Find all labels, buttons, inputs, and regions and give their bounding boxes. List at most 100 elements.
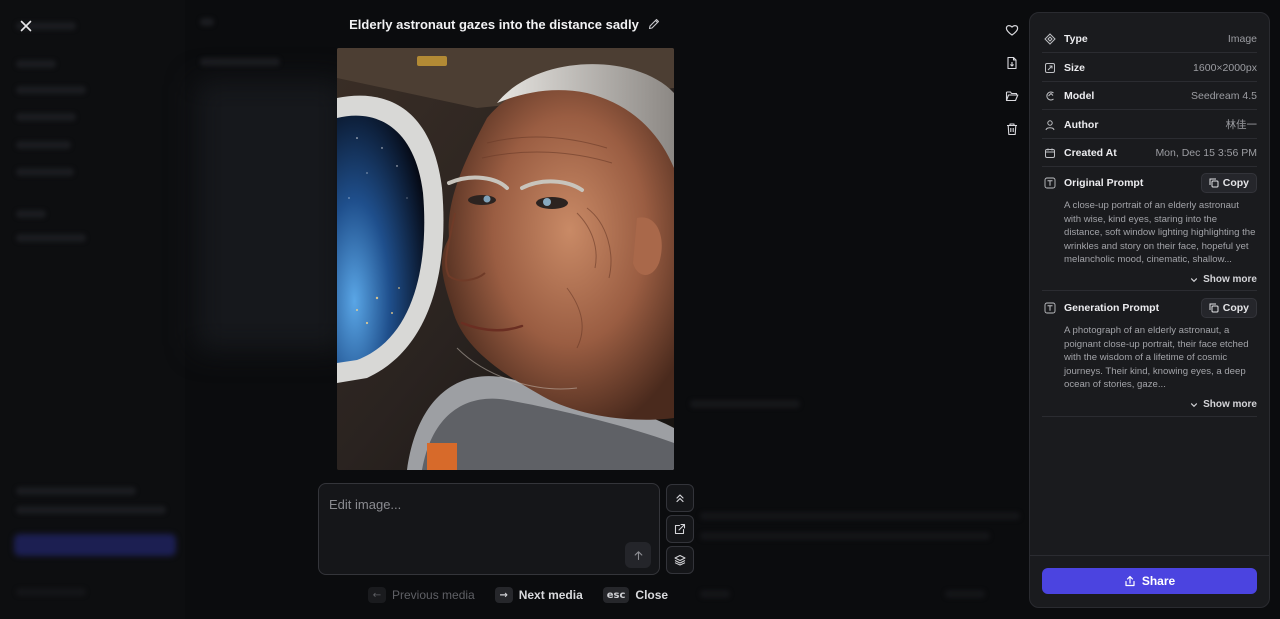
type-label: Type — [1064, 32, 1088, 45]
backdrop-line — [700, 590, 730, 598]
arrow-up-icon — [634, 550, 642, 560]
edit-image-box — [318, 483, 660, 575]
astronaut-portrait — [337, 48, 674, 470]
model-icon — [1042, 88, 1058, 104]
backdrop-line — [200, 18, 214, 26]
original-prompt-section: Original Prompt Copy A close-up portrait… — [1042, 171, 1257, 291]
edit-external-icon — [674, 523, 686, 535]
delete-button[interactable] — [1000, 117, 1024, 141]
created-value: Mon, Dec 15 3:56 PM — [1155, 146, 1257, 159]
previous-media-label: Previous media — [392, 588, 475, 602]
copy-label: Copy — [1222, 177, 1249, 189]
layers-icon — [674, 555, 686, 566]
share-button[interactable]: Share — [1042, 568, 1257, 594]
copy-icon — [1209, 178, 1219, 188]
previous-media-button[interactable]: ← Previous media — [368, 587, 475, 603]
backdrop-line — [16, 210, 46, 218]
open-editor-button[interactable] — [666, 515, 694, 543]
meta-type: Type Image — [1042, 25, 1257, 53]
copy-icon — [1209, 303, 1219, 313]
author-value: 林佳一 — [1225, 119, 1258, 131]
backdrop-line — [16, 234, 86, 242]
original-prompt-header: Original Prompt Copy — [1042, 171, 1257, 195]
backdrop-line — [200, 58, 280, 66]
type-icon — [1042, 31, 1058, 47]
copy-generation-prompt-button[interactable]: Copy — [1200, 298, 1257, 318]
move-to-folder-button[interactable] — [1000, 84, 1024, 108]
user-icon — [1042, 117, 1058, 133]
edit-title-button[interactable] — [647, 17, 661, 31]
backdrop-line — [16, 506, 166, 514]
calendar-icon — [1042, 145, 1058, 161]
generation-show-more-button[interactable]: Show more — [1042, 397, 1257, 413]
generation-prompt-section: Generation Prompt Copy A photograph of a… — [1042, 296, 1257, 417]
submit-edit-button[interactable] — [625, 542, 651, 568]
heart-icon — [1005, 25, 1019, 36]
resize-icon — [1042, 60, 1058, 76]
close-hint-button[interactable]: esc Close — [602, 587, 669, 603]
chevron-down-icon — [1191, 403, 1198, 408]
original-show-more-button[interactable]: Show more — [1042, 272, 1257, 288]
copy-original-prompt-button[interactable]: Copy — [1200, 173, 1257, 193]
favorite-button[interactable] — [1000, 18, 1024, 42]
backdrop-line — [16, 588, 86, 596]
chevrons-up-icon — [676, 494, 684, 503]
created-label: Created At — [1064, 146, 1117, 159]
text-icon — [1042, 300, 1058, 316]
share-label: Share — [1141, 574, 1176, 588]
close-button[interactable] — [16, 16, 36, 36]
generation-prompt-text: A photograph of an elderly astronaut, a … — [1064, 325, 1249, 391]
media-actions — [1000, 18, 1024, 150]
backdrop-line — [16, 487, 136, 495]
close-icon — [20, 20, 32, 32]
share-icon — [1125, 575, 1135, 587]
backdrop-line — [16, 168, 74, 176]
show-more-label: Show more — [1203, 399, 1257, 411]
show-more-label: Show more — [1203, 274, 1257, 286]
backdrop-line — [16, 86, 86, 94]
backdrop-line — [690, 400, 800, 408]
backdrop-line — [16, 141, 71, 149]
copy-label: Copy — [1222, 302, 1249, 314]
details-panel: Type Image Size 1600×2000px Model Seedre… — [1029, 12, 1270, 608]
backdrop-line — [945, 590, 985, 598]
original-prompt-text: A close-up portrait of an elderly astron… — [1064, 200, 1256, 266]
type-value: Image — [1227, 32, 1257, 45]
size-value: 1600×2000px — [1193, 61, 1257, 74]
model-label: Model — [1064, 89, 1095, 102]
original-prompt-label: Original Prompt — [1064, 177, 1144, 189]
left-arrow-key: ← — [368, 587, 386, 603]
backdrop-button — [14, 534, 176, 556]
backdrop-line — [700, 532, 990, 540]
panel-footer: Share — [1030, 555, 1269, 607]
size-label: Size — [1064, 61, 1086, 74]
title-bar: Elderly astronaut gazes into the distanc… — [340, 14, 670, 34]
author-label: Author — [1064, 118, 1099, 131]
meta-author: Author 林佳一 — [1042, 111, 1257, 139]
keyboard-hints: ← Previous media → Next media esc Close — [368, 586, 668, 604]
layers-button[interactable] — [666, 546, 694, 574]
generation-prompt-label: Generation Prompt — [1064, 302, 1160, 314]
model-value: Seedream 4.5 — [1191, 89, 1257, 102]
media-title: Elderly astronaut gazes into the distanc… — [349, 16, 639, 32]
backdrop-line — [16, 113, 76, 121]
meta-created-at: Created At Mon, Dec 15 3:56 PM — [1042, 139, 1257, 167]
esc-key: esc — [602, 587, 630, 603]
meta-size: Size 1600×2000px — [1042, 54, 1257, 82]
meta-model: Model Seedream 4.5 — [1042, 82, 1257, 110]
right-arrow-key: → — [494, 587, 513, 603]
upscale-button[interactable] — [666, 484, 694, 512]
file-download-icon — [1007, 56, 1017, 70]
next-media-button[interactable]: → Next media — [494, 587, 583, 603]
text-icon — [1042, 175, 1058, 191]
download-button[interactable] — [1000, 51, 1024, 75]
close-label: Close — [635, 588, 669, 602]
media-image — [337, 48, 674, 470]
backdrop-line — [700, 512, 1020, 520]
backdrop-line — [16, 60, 56, 68]
backdrop-card — [195, 80, 345, 350]
edit-image-input[interactable] — [329, 494, 629, 514]
chevron-down-icon — [1191, 278, 1198, 283]
folder-open-icon — [1005, 91, 1019, 102]
edit-tools — [666, 484, 694, 577]
